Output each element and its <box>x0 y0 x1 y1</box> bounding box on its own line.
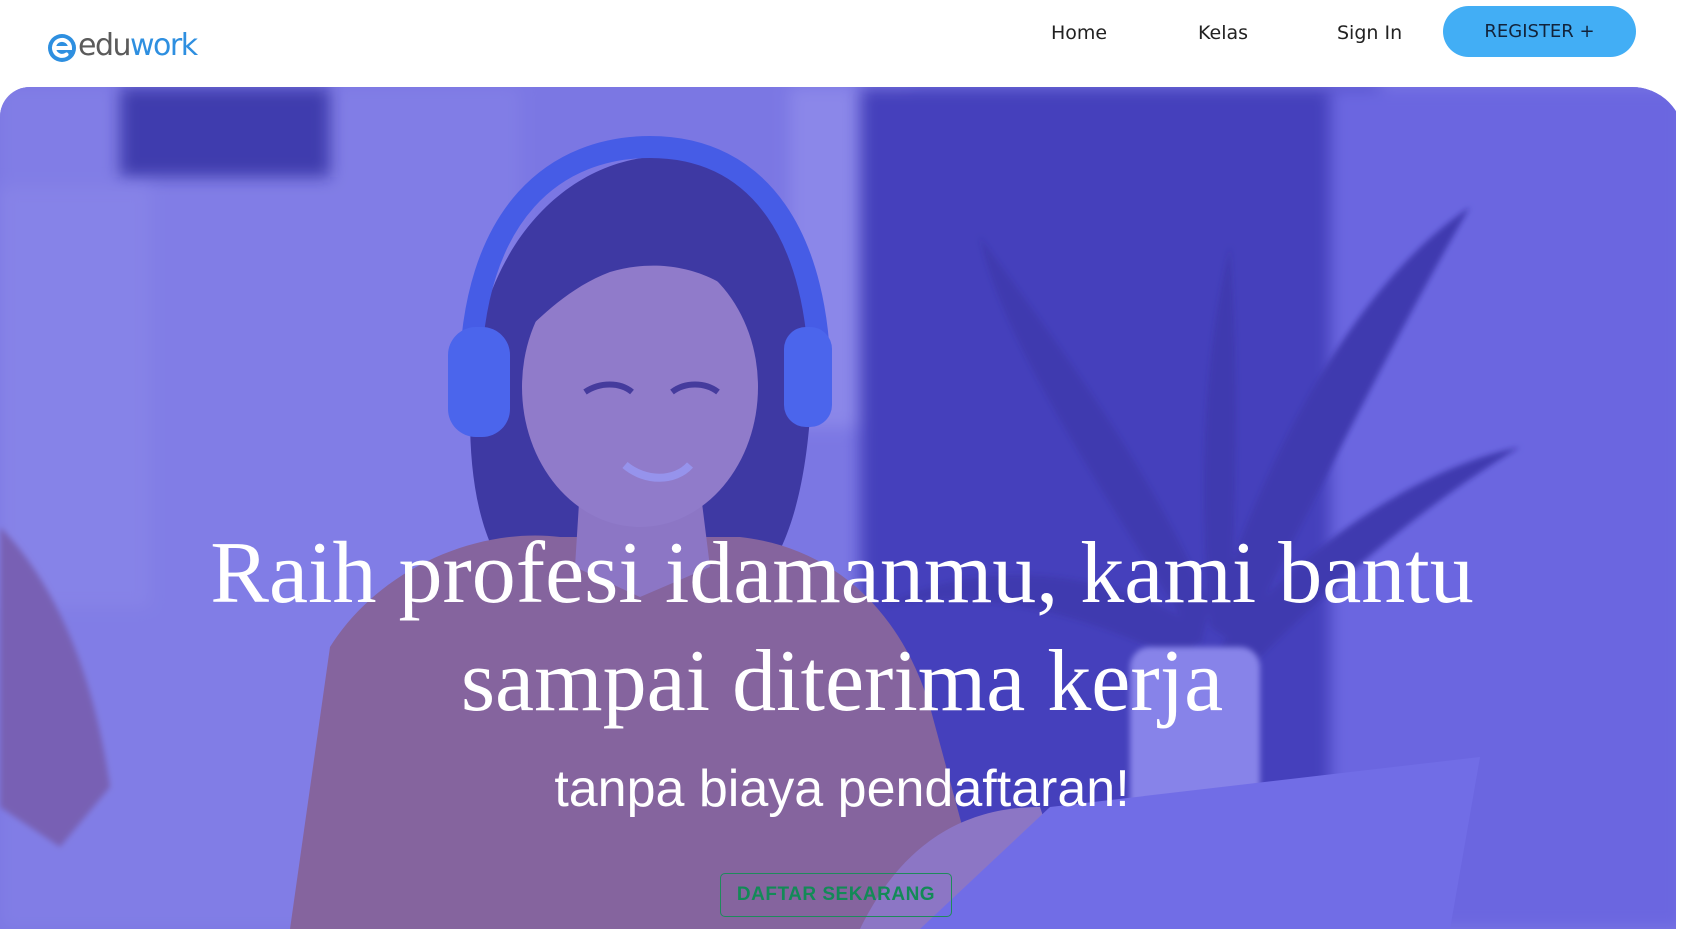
eduwork-e-logo-icon <box>48 34 76 62</box>
logo-text-work: work <box>130 28 198 63</box>
hero-banner: Raih profesi idamanmu, kami bantu sampai… <box>0 87 1684 929</box>
nav-home-link[interactable]: Home <box>1051 20 1107 46</box>
logo-wordmark: eduwork <box>78 26 198 66</box>
nav-kelas-link[interactable]: Kelas <box>1198 20 1248 46</box>
nav-signin-link[interactable]: Sign In <box>1337 20 1402 46</box>
hero-title-line2: sampai diterima kerja <box>460 633 1224 730</box>
hero-title: Raih profesi idamanmu, kami bantu sampai… <box>0 520 1684 736</box>
eduwork-logo[interactable]: eduwork <box>46 26 198 66</box>
window-right-edge <box>1676 0 1684 929</box>
logo-text-edu: edu <box>78 28 132 63</box>
daftar-sekarang-button[interactable]: DAFTAR SEKARANG <box>720 873 952 917</box>
hero-title-line1: Raih profesi idamanmu, kami bantu <box>210 525 1474 622</box>
hero-subtitle: tanpa biaya pendaftaran! <box>554 760 1130 818</box>
register-button[interactable]: REGISTER + <box>1443 6 1636 57</box>
top-navbar: eduwork Home Kelas Sign In REGISTER + <box>0 0 1684 87</box>
